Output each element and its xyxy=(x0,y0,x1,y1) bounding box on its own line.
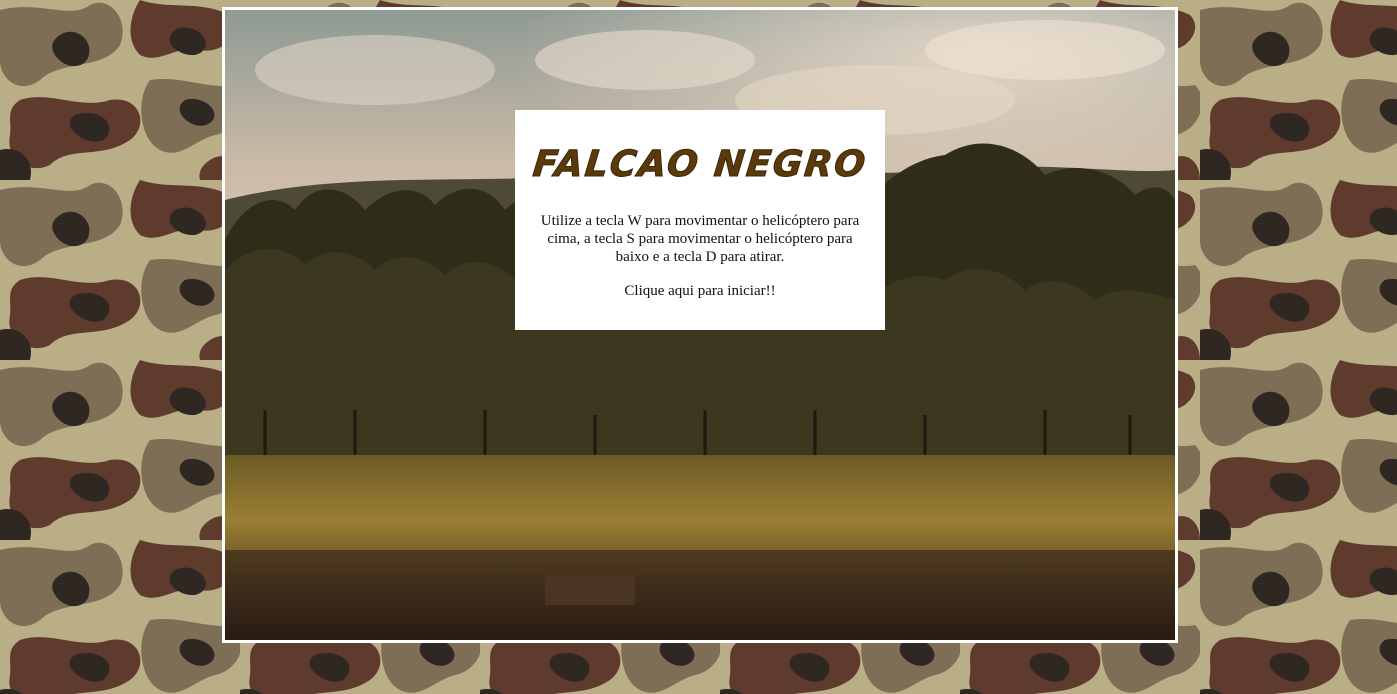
start-dialog[interactable]: FALCAO NEGRO Utilize a tecla W para movi… xyxy=(515,110,885,330)
start-game-link[interactable]: Clique aqui para iniciar!! xyxy=(529,282,871,300)
game-canvas[interactable]: FALCAO NEGRO Utilize a tecla W para movi… xyxy=(222,7,1178,643)
game-title: FALCAO NEGRO xyxy=(531,144,870,186)
controls-instructions: Utilize a tecla W para movimentar o heli… xyxy=(540,213,860,265)
